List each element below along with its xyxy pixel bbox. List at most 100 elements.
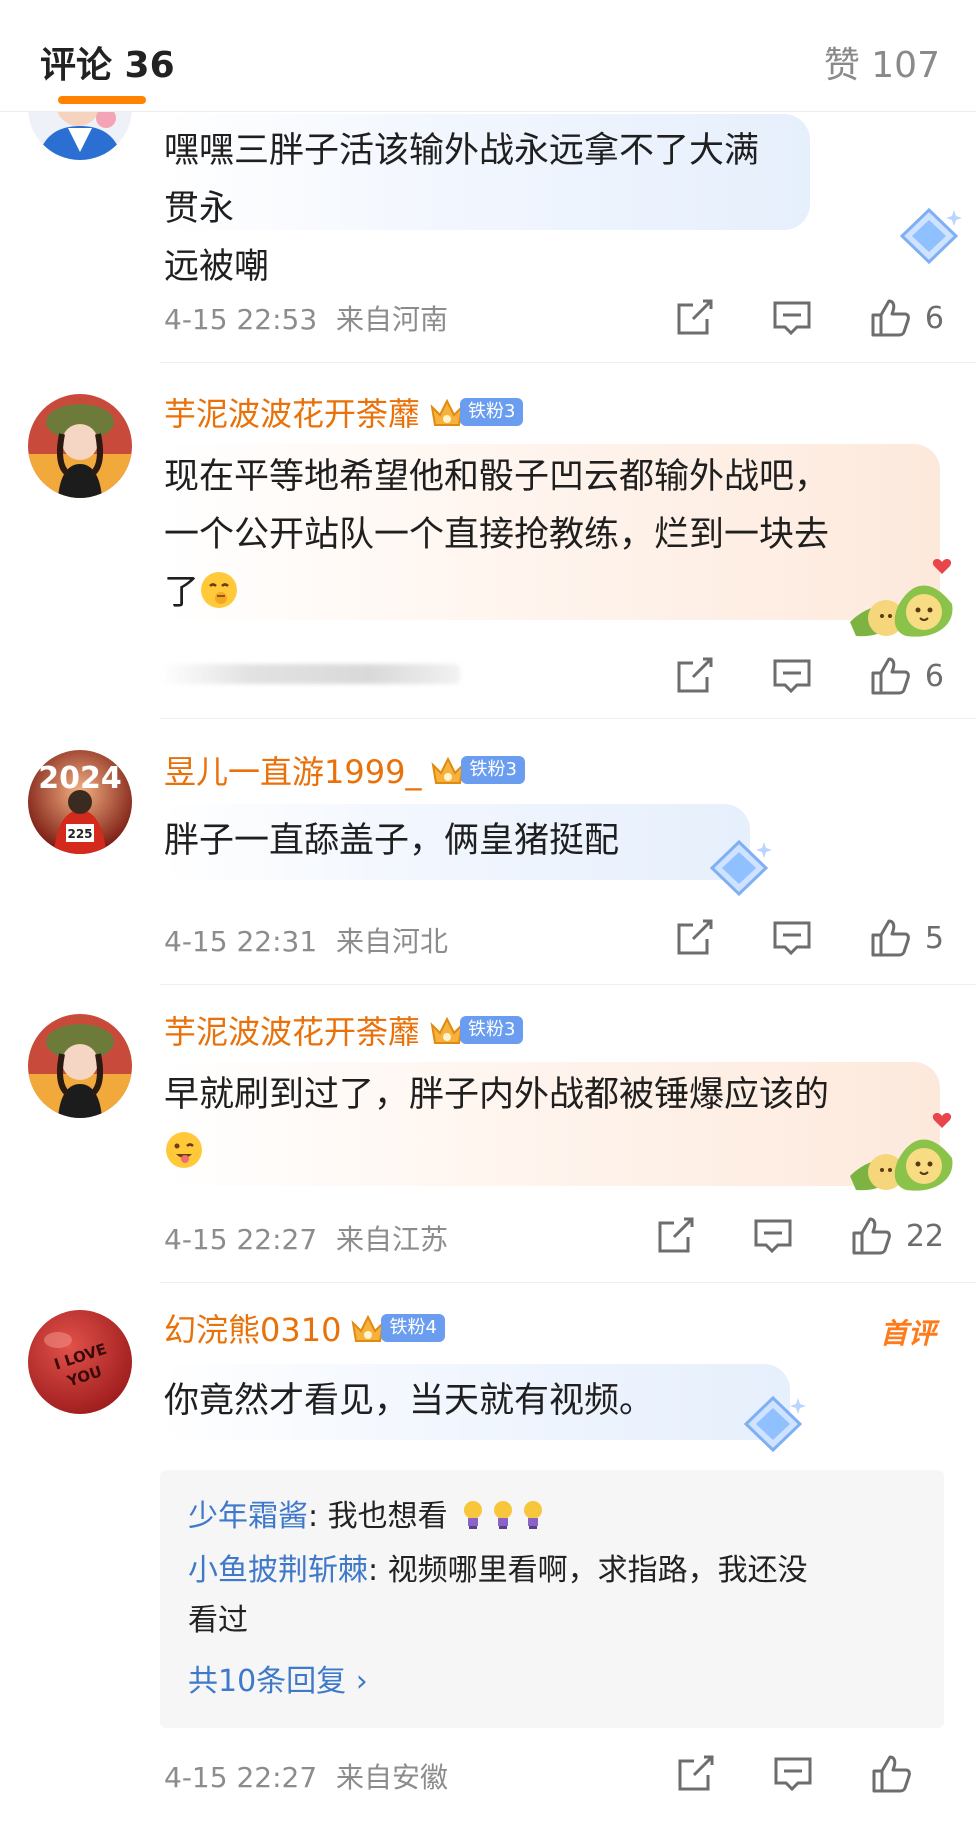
tab-likes[interactable]: 赞 107 [824, 36, 940, 88]
username[interactable]: 芋泥波波花开荼蘼 [164, 1007, 420, 1053]
svg-text:225: 225 [67, 827, 92, 841]
share-button[interactable] [673, 917, 715, 959]
fan-badge: 铁粉3 [460, 398, 524, 426]
comment-actions: 22 [598, 1212, 944, 1260]
share-icon [677, 919, 713, 955]
username-row: 昱儿一直游1999_ 铁粉3 [164, 747, 525, 793]
hush-emoji-icon [201, 572, 238, 608]
share-button[interactable] [673, 297, 715, 339]
comment-location: 来自江苏 [336, 1223, 449, 1256]
username-row: 芋泥波波花开荼蘼 铁粉3 [164, 389, 524, 435]
comment-location: 来自安徽 [336, 1761, 449, 1794]
tab-comments[interactable]: 评论 36 [40, 36, 175, 88]
share-icon [678, 1755, 714, 1791]
comment-timestamp: 4-15 22:53 [164, 303, 318, 336]
reply-item[interactable]: 少年霜酱: 我也想看 [188, 1492, 916, 1542]
like-button[interactable]: 22 [850, 1215, 944, 1257]
share-icon [658, 1217, 694, 1253]
comment-timestamp: 4-15 22:31 [164, 925, 318, 958]
thumbs-up-icon [872, 1755, 911, 1793]
comment-divider [160, 1282, 976, 1283]
comment-bubble[interactable]: 现在平等地希望他和骰子凹云都输外战吧， 一个公开站队一个直接抢教练，烂到一块去 … [160, 444, 940, 620]
comment-bubble[interactable]: 胖子一直舔盖子，俩皇猪挺配 [160, 804, 750, 880]
fan-badge: 铁粉3 [460, 1016, 524, 1044]
dumpling-sticker-icon [850, 559, 953, 637]
comment-actions: 5 [617, 914, 944, 962]
avatar[interactable]: I LOVE YOU [28, 1310, 132, 1414]
comment-bubble[interactable]: 嘿嘿三胖子活该输外战永远拿不了大满贯永 远被嘲 [160, 114, 810, 287]
comment-text-line: 胖子一直舔盖子，俩皇猪挺配 [164, 821, 620, 861]
reply-button[interactable] [771, 297, 813, 339]
username-row: 芋泥波波花开荼蘼 铁粉3 [164, 1007, 524, 1053]
comment-text-line: 现在平等地希望他和骰子凹云都输外战吧， [164, 457, 830, 497]
reply-item[interactable]: 小鱼披荆斩棘: 视频哪里看啊，求指路，我还没 看过 [188, 1546, 916, 1646]
avatar[interactable] [28, 1014, 132, 1118]
reply-button[interactable] [771, 655, 813, 697]
comment-divider [160, 984, 976, 985]
thumbs-up-icon [871, 919, 910, 957]
tongue-emoji-icon [166, 1132, 202, 1168]
comment-text-line: 远被嘲 [164, 247, 270, 287]
share-icon [677, 299, 713, 335]
reply-username[interactable]: 少年霜酱 [188, 1499, 308, 1534]
comment-timestamp: 4-15 22:27 [164, 1223, 318, 1256]
thumbs-up-icon [871, 657, 910, 695]
share-button[interactable] [673, 655, 715, 697]
username[interactable]: 芋泥波波花开荼蘼 [164, 389, 420, 435]
gem-sticker-icon [899, 207, 962, 265]
fan-badge: 铁粉4 [381, 1314, 445, 1342]
username[interactable]: 幻浣熊0310 [164, 1305, 341, 1351]
comment-actions [618, 1750, 944, 1798]
comment-meta: 4-15 22:27 来自江苏 [164, 1218, 448, 1258]
comment-divider [160, 362, 976, 363]
like-count: 6 [924, 300, 944, 336]
share-button[interactable] [674, 1753, 716, 1795]
like-button[interactable]: 5 [869, 917, 944, 959]
comment-icon [774, 1757, 812, 1792]
reply-button[interactable] [752, 1215, 794, 1257]
like-count: 5 [924, 920, 944, 956]
reply-text: 看过 [188, 1603, 248, 1638]
comment-icon [754, 1219, 792, 1254]
comment-meta: 4-15 22:53 来自河南 [164, 298, 448, 338]
like-button[interactable]: 6 [869, 655, 944, 697]
bulb-icon [524, 1501, 543, 1529]
comments-header: 评论 36 赞 107 [0, 0, 976, 112]
comment-bubble[interactable]: 早就刷到过了，胖子内外战都被锤爆应该的 [160, 1062, 940, 1186]
comment-meta: 4-15 22:27 来自安徽 [164, 1756, 448, 1796]
comment-bubble[interactable]: 你竟然才看见，当天就有视频。 [160, 1364, 790, 1440]
dumpling-sticker-icon [850, 1113, 953, 1191]
username-row: 幻浣熊0310 铁粉4 [164, 1305, 445, 1351]
like-button[interactable]: 6 [869, 297, 944, 339]
reply-button[interactable] [771, 917, 813, 959]
comment-actions: 6 [617, 294, 944, 342]
comment-timestamp: 4-15 22:27 [164, 1761, 318, 1794]
like-button[interactable] [870, 1753, 944, 1795]
bulb-icon [464, 1501, 483, 1529]
share-button[interactable] [654, 1215, 696, 1257]
comment-icon [773, 659, 811, 694]
more-replies-link[interactable]: 共10条回复 › [188, 1658, 916, 1706]
replies-box: 少年霜酱: 我也想看 小鱼披荆斩棘: 视频哪里看啊，求指路，我还没 看过 共10… [160, 1470, 944, 1728]
gem-sticker-icon [743, 1395, 806, 1453]
bulb-icon [494, 1501, 513, 1529]
first-comment-badge: 首评 [879, 1317, 936, 1350]
comment-icon [773, 921, 811, 956]
comment-text-line: 你竟然才看见，当天就有视频。 [164, 1381, 655, 1421]
reply-text: 视频哪里看啊，求指路，我还没 [387, 1553, 808, 1588]
username[interactable]: 昱儿一直游1999_ [164, 747, 421, 793]
share-icon [677, 657, 713, 693]
comment-text-line: 一个公开站队一个直接抢教练，烂到一块去 [164, 515, 830, 555]
avatar[interactable]: 2024 225 [28, 750, 132, 854]
comment-meta: 4-15 22:31 来自河北 [164, 920, 448, 960]
blurred-meta [160, 664, 460, 684]
comment-icon [773, 301, 811, 336]
active-tab-indicator [58, 96, 146, 104]
avatar[interactable] [28, 394, 132, 498]
reply-button[interactable] [772, 1753, 814, 1795]
like-count: 22 [905, 1218, 944, 1254]
comment-text-line [164, 1124, 910, 1182]
reply-username[interactable]: 小鱼披荆斩棘 [188, 1553, 368, 1588]
comment-text-line: 了 [164, 564, 910, 622]
comment-text-line: 嘿嘿三胖子活该输外战永远拿不了大满贯永 [164, 131, 760, 229]
